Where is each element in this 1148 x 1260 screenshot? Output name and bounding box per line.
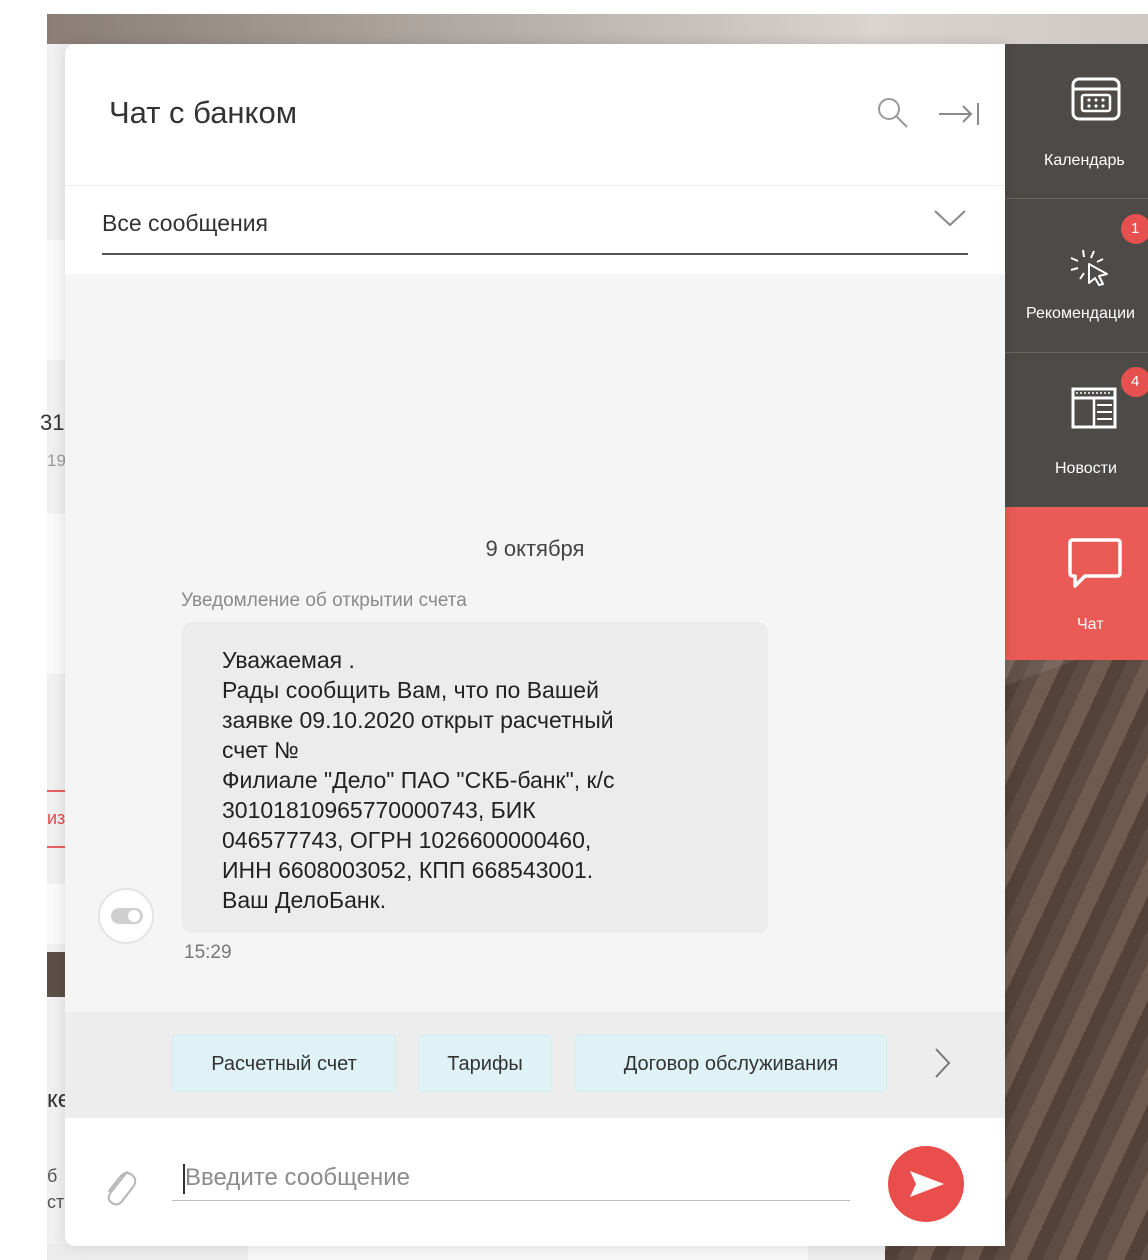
quick-reply-service-agreement[interactable]: Договор обслуживания	[575, 1035, 887, 1092]
quick-reply-tariffs[interactable]: Тарифы	[418, 1035, 552, 1092]
rail-item-label: Календарь	[1044, 152, 1125, 169]
rail-item-recommendations[interactable]: 1 Рекомендации	[1005, 199, 1148, 352]
message-composer	[65, 1118, 1005, 1246]
paperclip-icon[interactable]	[101, 1162, 137, 1208]
message-line: Филиале "Дело" ПАО "СКБ-банк", к/с	[222, 767, 615, 793]
chevron-right-icon[interactable]	[931, 1046, 953, 1080]
quick-replies-bar: Расчетный счет Тарифы Договор обслуживан…	[65, 1012, 1005, 1118]
send-icon	[910, 1171, 944, 1197]
bank-avatar	[98, 888, 154, 944]
date-separator: 9 октября	[485, 536, 585, 561]
background-topbar	[47, 14, 1148, 44]
message-line: заявке 09.10.2020 открыт расчетный	[222, 707, 614, 733]
notification-badge: 4	[1121, 367, 1148, 397]
background-text-fragment: 31	[40, 410, 65, 435]
message-line: Уважаемая .	[222, 647, 355, 673]
text-caret	[183, 1164, 185, 1194]
message-line: Рады сообщить Вам, что по Вашей	[222, 677, 599, 703]
message-line: 30101810965770000743, БИК	[222, 797, 536, 823]
filter-selected-value: Все сообщения	[102, 210, 268, 236]
calendar-icon	[1071, 77, 1121, 121]
send-button[interactable]	[888, 1146, 964, 1222]
filter-underline	[102, 253, 968, 255]
newspaper-icon	[1071, 387, 1117, 429]
background-text-fragment: б	[47, 1166, 58, 1186]
sparkle-cursor-icon	[1070, 249, 1108, 286]
message-text: Уважаемая . Рады сообщить Вам, что по Ва…	[222, 645, 742, 915]
rail-item-label: Рекомендации	[1026, 305, 1135, 322]
rail-item-calendar[interactable]: Календарь	[1005, 44, 1148, 198]
notification-badge: 1	[1121, 214, 1148, 244]
background-bottom-bar	[248, 1246, 808, 1260]
rail-item-news[interactable]: 4 Новости	[1005, 353, 1148, 507]
chat-panel: Чат с банком Все сообщения 9 октября Уве…	[65, 44, 1005, 1246]
message-input[interactable]	[172, 1156, 848, 1200]
message-line: ИНН 6608003052, КПП 668543001.	[222, 857, 594, 883]
message-line: 046577743, ОГРН 1026600000460,	[222, 827, 592, 853]
chevron-down-icon	[934, 210, 966, 227]
message-line: Ваш ДелоБанк.	[222, 887, 387, 913]
chat-title: Чат с банком	[109, 95, 298, 130]
quick-reply-account[interactable]: Расчетный счет	[172, 1035, 396, 1092]
background-text-fragment: ст	[47, 1192, 65, 1212]
message-line: счет №	[222, 737, 299, 763]
collapse-panel-icon[interactable]	[937, 100, 983, 128]
rail-item-chat[interactable]: Чат	[1005, 507, 1148, 660]
search-icon[interactable]	[876, 96, 910, 130]
input-underline	[172, 1200, 850, 1201]
rail-item-label: Новости	[1055, 460, 1117, 477]
chat-bubble-icon	[1068, 538, 1122, 588]
chat-header: Чат с банком	[65, 44, 1005, 186]
message-caption: Уведомление об открытии счета	[181, 590, 467, 611]
message-time: 15:29	[184, 942, 232, 963]
rail-item-label: Чат	[1077, 616, 1104, 633]
message-filter-dropdown[interactable]: Все сообщения	[65, 186, 1005, 274]
message-bubble: Уважаемая . Рады сообщить Вам, что по Ва…	[182, 622, 768, 933]
bank-logo-icon	[111, 908, 143, 924]
message-list[interactable]: 9 октября Уведомление об открытии счета …	[65, 274, 1005, 1012]
background-text-fragment: 19	[47, 451, 66, 470]
background-text-fragment: из	[47, 808, 66, 828]
